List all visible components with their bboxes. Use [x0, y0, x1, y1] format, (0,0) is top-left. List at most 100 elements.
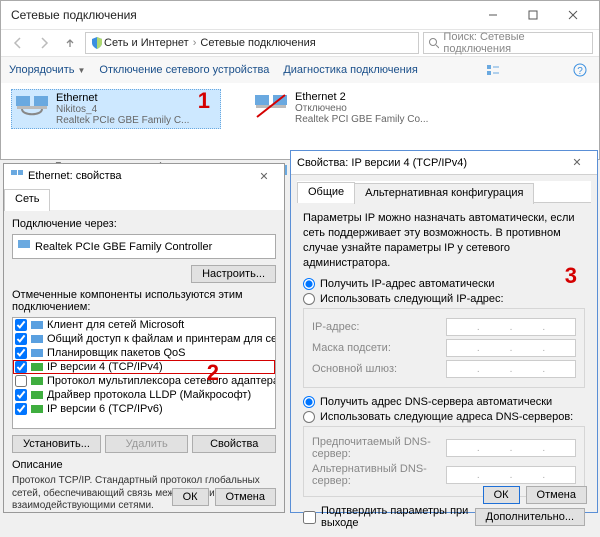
protocol-icon [30, 389, 44, 401]
configure-button[interactable]: Настроить... [191, 265, 276, 283]
checkbox[interactable] [15, 361, 27, 373]
protocol-icon [30, 375, 44, 387]
component-item-ipv4[interactable]: IP версии 4 (TCP/IPv4) [13, 360, 275, 374]
conn-device: Realtek PCIe GBE Family C... [56, 115, 189, 126]
gateway-label: Основной шлюз: [312, 363, 438, 375]
radio-auto-ip[interactable]: Получить IP-адрес автоматически [303, 278, 585, 290]
adapter-name: Realtek PCIe GBE Family Controller [35, 241, 212, 253]
components-list[interactable]: Клиент для сетей Microsoft Общий доступ … [12, 317, 276, 429]
titlebar[interactable]: Сетевые подключения [1, 1, 599, 29]
ip-input[interactable]: ... [446, 318, 576, 336]
annotation-2: 2 [207, 362, 219, 384]
adapter-box: Realtek PCIe GBE Family Controller [12, 234, 276, 259]
ok-button[interactable]: ОК [483, 486, 520, 504]
properties-button[interactable]: Свойства [192, 435, 276, 453]
forward-button[interactable] [33, 32, 55, 54]
search-icon [428, 37, 439, 49]
network-adapter-icon [253, 91, 289, 121]
control-panel-icon [90, 36, 104, 50]
conn-status: Отключено [295, 103, 428, 114]
disable-device-button[interactable]: Отключение сетевого устройства [99, 64, 269, 76]
organize-menu[interactable]: Упорядочить▼ [9, 64, 85, 76]
connection-ethernet2[interactable]: Ethernet 2 Отключено Realtek PCI GBE Fam… [251, 89, 461, 129]
checkbox[interactable] [15, 403, 27, 415]
network-adapter-icon [14, 92, 50, 122]
component-item[interactable]: Планировщик пакетов QoS [13, 346, 275, 360]
crumb-loc[interactable]: Сетевые подключения [200, 37, 315, 49]
connect-via-label: Подключение через: [12, 218, 276, 230]
ipv4-properties-dialog: Свойства: IP версии 4 (TCP/IPv4) ✕ Общие… [290, 150, 598, 513]
component-item[interactable]: IP версии 6 (TCP/IPv6) [13, 402, 275, 416]
breadcrumb[interactable]: Сеть и Интернет› Сетевые подключения [85, 32, 419, 54]
checkbox[interactable] [15, 319, 27, 331]
protocol-icon [30, 333, 44, 345]
component-item[interactable]: Драйвер протокола LLDP (Майкрософт) [13, 388, 275, 402]
checkbox[interactable] [15, 375, 27, 387]
ok-button[interactable]: ОК [172, 488, 209, 506]
conn-name: Ethernet 2 [295, 91, 428, 103]
dns2-input[interactable]: ... [446, 466, 576, 484]
dns1-input[interactable]: ... [446, 439, 576, 457]
component-item[interactable]: Общий доступ к файлам и принтерам для се… [13, 332, 275, 346]
component-item[interactable]: Протокол мультиплексора сетевого адаптер… [13, 374, 275, 388]
nic-icon [17, 239, 31, 254]
view-options-button[interactable] [482, 59, 504, 81]
conn-name: Ethernet [56, 92, 189, 104]
radio-auto-dns[interactable]: Получить адрес DNS-сервера автоматически [303, 396, 585, 408]
intro-text: Параметры IP можно назначать автоматичес… [303, 211, 585, 270]
protocol-icon [30, 403, 44, 415]
crumb-cat[interactable]: Сеть и Интернет [104, 37, 189, 49]
dialog-titlebar[interactable]: Свойства: IP версии 4 (TCP/IPv4) ✕ [291, 151, 597, 175]
diagnose-button[interactable]: Диагностика подключения [283, 64, 417, 76]
up-button[interactable] [59, 32, 81, 54]
maximize-button[interactable] [513, 1, 553, 29]
conn-status: Nikitos_4 [56, 104, 189, 115]
dns1-label: Предпочитаемый DNS-сервер: [312, 436, 438, 460]
protocol-icon [30, 319, 44, 331]
tabs: Сеть [4, 188, 284, 210]
nic-icon [10, 169, 24, 184]
tabs: Общие Альтернативная конфигурация [297, 181, 591, 203]
radio-manual-ip[interactable]: Использовать следующий IP-адрес: [303, 293, 585, 305]
advanced-button[interactable]: Дополнительно... [475, 508, 585, 526]
cancel-button[interactable]: Отмена [215, 488, 276, 506]
components-label: Отмеченные компоненты используются этим … [12, 289, 276, 313]
help-button[interactable]: ? [569, 59, 591, 81]
close-button[interactable]: ✕ [563, 156, 591, 169]
description-heading: Описание [12, 459, 276, 471]
install-button[interactable]: Установить... [12, 435, 101, 453]
gateway-input[interactable]: ... [446, 360, 576, 378]
checkbox[interactable] [15, 333, 27, 345]
radio-manual-dns[interactable]: Использовать следующие адреса DNS-сервер… [303, 411, 585, 423]
annotation-3: 3 [565, 265, 577, 287]
annotation-1: 1 [198, 90, 210, 112]
window-title: Сетевые подключения [7, 8, 473, 22]
tab-general[interactable]: Общие [297, 182, 355, 203]
connection-ethernet[interactable]: Ethernet Nikitos_4 Realtek PCIe GBE Fami… [11, 89, 221, 129]
mask-label: Маска подсети: [312, 342, 438, 354]
ip-label: IP-адрес: [312, 321, 438, 333]
command-bar: Упорядочить▼ Отключение сетевого устройс… [1, 57, 599, 83]
protocol-icon [30, 361, 44, 373]
ip-fields-group: IP-адрес:... Маска подсети:... Основной … [303, 308, 585, 388]
conn-device: Realtek PCI GBE Family Co... [295, 114, 428, 125]
checkbox[interactable] [15, 347, 27, 359]
close-button[interactable]: ✕ [250, 170, 278, 183]
minimize-button[interactable] [473, 1, 513, 29]
protocol-icon [30, 347, 44, 359]
cancel-button[interactable]: Отмена [526, 486, 587, 504]
tab-network[interactable]: Сеть [4, 189, 50, 211]
search-input[interactable]: Поиск: Сетевые подключения [423, 32, 593, 54]
component-item[interactable]: Клиент для сетей Microsoft [13, 318, 275, 332]
back-button[interactable] [7, 32, 29, 54]
dialog-title: Ethernet: свойства [28, 170, 250, 182]
checkbox[interactable] [15, 389, 27, 401]
dialog-titlebar[interactable]: Ethernet: свойства ✕ [4, 164, 284, 188]
network-connections-window: Сетевые подключения Сеть и Интернет› Сет… [0, 0, 600, 160]
tab-alt-config[interactable]: Альтернативная конфигурация [354, 183, 534, 204]
close-button[interactable] [553, 1, 593, 29]
mask-input[interactable]: ... [446, 339, 576, 357]
dialog-title: Свойства: IP версии 4 (TCP/IPv4) [297, 157, 563, 169]
confirm-on-exit[interactable]: Подтвердить параметры при выходе Дополни… [303, 505, 585, 529]
ethernet-properties-dialog: Ethernet: свойства ✕ Сеть Подключение че… [3, 163, 285, 513]
